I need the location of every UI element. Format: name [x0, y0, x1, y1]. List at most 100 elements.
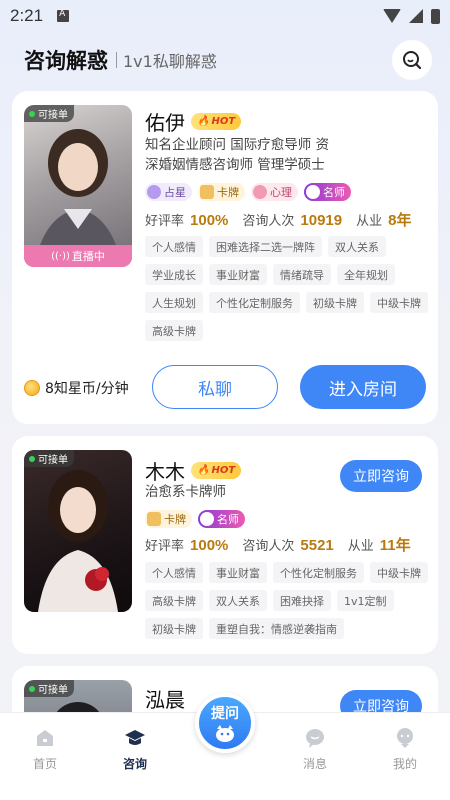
service-chip: 困难抉择	[273, 590, 331, 611]
master-icon	[306, 185, 320, 199]
live-indicator[interactable]: ((·)) 直播中	[24, 245, 132, 267]
name-row: 泓晨	[145, 684, 185, 713]
message-icon	[306, 729, 324, 748]
name-row: 木木 🔥 HOT	[145, 456, 242, 485]
service-chip: 1v1定制	[337, 590, 394, 611]
mascot-icon	[216, 725, 234, 742]
count-label: 咨询人次	[242, 539, 295, 554]
master-icon	[200, 512, 214, 526]
available-dot	[29, 685, 35, 692]
title-divider	[116, 52, 117, 68]
sim-icon	[57, 9, 70, 22]
service-chip: 初级卡牌	[306, 292, 364, 313]
consultant-name: 木木	[145, 460, 185, 484]
skill-label: 名师	[217, 513, 239, 526]
name-row: 佑伊 🔥 HOT	[145, 107, 242, 136]
tab-profile[interactable]: 我的	[360, 713, 450, 800]
consultant-description: 知名企业顾问 国际疗愈导师 资深婚姻情感咨询师 管理学硕士	[145, 137, 330, 173]
skill-label: 卡牌	[217, 186, 239, 199]
stats-row: 好评率 100% 咨询人次 5521 从业 11年	[145, 534, 411, 555]
price-label: 8知星币/分钟	[45, 381, 129, 397]
hot-label: HOT	[211, 465, 236, 476]
skill-label: 卡牌	[164, 513, 186, 526]
hot-label: HOT	[211, 116, 236, 127]
hot-badge: 🔥 HOT	[191, 462, 242, 479]
available-badge: 可接单	[24, 680, 74, 697]
service-chip: 高级卡牌	[145, 590, 203, 611]
home-icon	[37, 730, 53, 746]
ask-button[interactable]: 提问	[195, 693, 255, 753]
enter-room-button[interactable]: 进入房间	[300, 365, 426, 409]
consultant-card[interactable]: 可接单 木木 🔥 HOT 立即咨询 治愈系卡牌师 卡牌 名师 好评率 100% 咨询…	[12, 436, 438, 654]
consult-now-button[interactable]: 立即咨询	[340, 460, 422, 492]
stats-row: 好评率 100% 咨询人次 10919 从业 8年	[145, 209, 411, 230]
years-label: 从业	[347, 539, 374, 554]
years-value: 8年	[388, 212, 412, 229]
consultant-card[interactable]: 可接单 ((·)) 直播中 佑伊 🔥 HOT 知名企业顾问 国际疗愈导师 资深婚姻情…	[12, 91, 438, 424]
service-chip: 事业财富	[209, 562, 267, 583]
count-value: 5521	[300, 537, 334, 554]
rating-label: 好评率	[145, 214, 185, 229]
consultant-name: 泓晨	[145, 688, 185, 712]
profile-icon	[397, 728, 413, 748]
tab-ask[interactable]: 提问	[180, 693, 270, 800]
service-chip: 中级卡牌	[370, 292, 428, 313]
tab-messages[interactable]: 消息	[270, 713, 360, 800]
private-chat-button[interactable]: 私聊	[152, 365, 278, 409]
service-chip: 学业成长	[145, 264, 203, 285]
skill-tag: 卡牌	[145, 510, 192, 528]
heart-icon	[253, 185, 267, 199]
service-chip: 初级卡牌	[145, 618, 203, 639]
ask-label: 提问	[211, 706, 239, 722]
skill-tags: 卡牌 名师	[145, 510, 245, 528]
service-chip: 双人关系	[209, 590, 267, 611]
page-title: 咨询解惑	[24, 49, 108, 73]
consultant-name: 佑伊	[145, 111, 185, 135]
coin-icon	[24, 380, 40, 396]
skill-tags: 占星 卡牌 心理 名师	[145, 183, 351, 201]
skill-tag: 心理	[251, 183, 298, 201]
graduation-cap-icon	[125, 730, 145, 745]
years-value: 11年	[379, 537, 411, 554]
count-value: 10919	[300, 212, 343, 229]
battery-icon	[431, 8, 440, 24]
service-chip: 中级卡牌	[370, 562, 428, 583]
tab-consult[interactable]: 咨询	[90, 713, 180, 800]
skill-label: 心理	[270, 186, 292, 199]
search-icon	[403, 51, 422, 70]
price-info: 8知星币/分钟	[24, 378, 129, 398]
consultant-photo[interactable]: 可接单 ((·)) 直播中	[24, 105, 132, 267]
available-label: 可接单	[38, 685, 68, 696]
rating-value: 100%	[190, 212, 229, 229]
count-label: 咨询人次	[242, 214, 295, 229]
service-chip: 个人感情	[145, 236, 203, 257]
page-subtitle: 1v1私聊解惑	[123, 52, 217, 71]
available-badge: 可接单	[24, 105, 74, 122]
service-chip: 高级卡牌	[145, 320, 203, 341]
tab-label: 我的	[392, 757, 417, 771]
fire-icon: 🔥	[197, 465, 210, 476]
service-chip: 事业财富	[209, 264, 267, 285]
hot-badge: 🔥 HOT	[191, 113, 242, 130]
available-dot	[29, 110, 35, 117]
bottom-tab-bar: 首页 咨询 提问 消息 我的	[0, 693, 450, 800]
available-label: 可接单	[38, 455, 68, 466]
tab-home[interactable]: 首页	[0, 713, 90, 800]
search-button[interactable]	[392, 40, 432, 80]
consultant-description: 治愈系卡牌师	[145, 484, 226, 500]
tab-label: 首页	[32, 757, 57, 771]
available-label: 可接单	[38, 110, 68, 121]
consultant-photo[interactable]: 可接单	[24, 450, 132, 612]
service-chip: 全年规划	[337, 264, 395, 285]
skill-tag: 名师	[198, 510, 245, 528]
available-dot	[29, 455, 35, 462]
portrait-image	[38, 470, 118, 612]
years-label: 从业	[356, 214, 383, 229]
tab-label: 咨询	[122, 757, 147, 771]
tab-label: 消息	[302, 757, 327, 771]
service-chip: 个性化定制服务	[209, 292, 300, 313]
service-chip: 困难选择二选一牌阵	[209, 236, 322, 257]
status-bar: 2:21	[0, 0, 450, 32]
service-chip: 个人感情	[145, 562, 203, 583]
service-chip: 人生规划	[145, 292, 203, 313]
